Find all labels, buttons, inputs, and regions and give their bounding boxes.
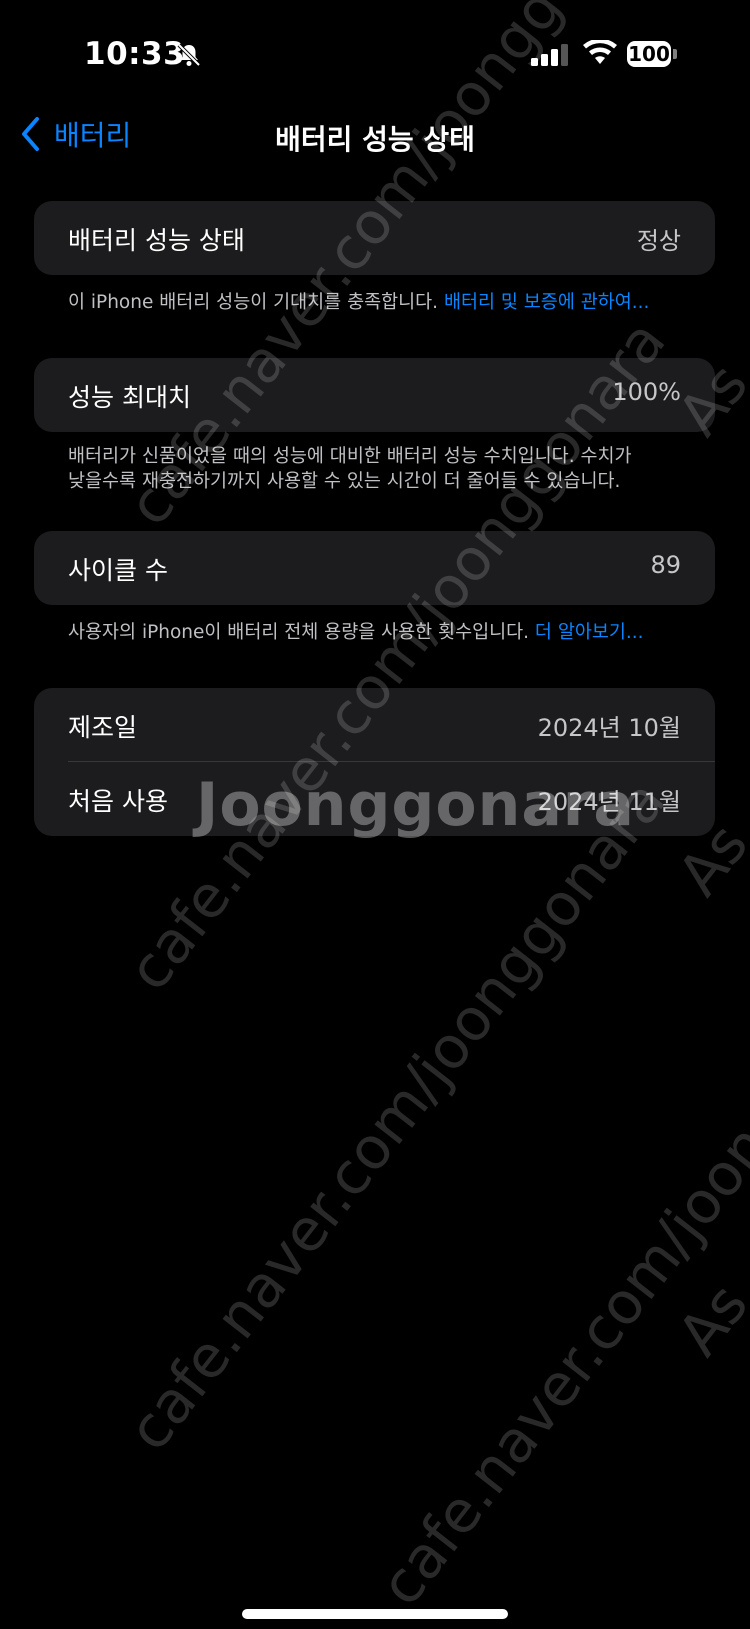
home-indicator[interactable]	[242, 1609, 508, 1619]
battery-level: 100	[627, 41, 671, 67]
first-use-label: 처음 사용	[68, 787, 168, 816]
battery-indicator: 100	[627, 41, 679, 69]
cycle-count-value: 89	[650, 551, 681, 579]
status-time: 10:33	[84, 36, 186, 72]
cycle-count-card: 사이클 수 89	[34, 531, 715, 605]
wifi-icon	[583, 40, 617, 64]
battery-health-note: 이 iPhone 배터리 성능이 기대치를 충족합니다. 배터리 및 보증에 관…	[68, 290, 688, 315]
status-bar: 10:33 100	[0, 0, 750, 110]
cycle-count-note-text: 사용자의 iPhone이 배터리 전체 용량을 사용한 횟수입니다.	[68, 622, 535, 643]
page-title: 배터리 성능 상태	[275, 123, 475, 156]
manufacture-date-value: 2024년 10월	[537, 714, 681, 742]
bell-slash-icon	[177, 43, 201, 67]
cycle-count-row: 사이클 수 89	[34, 531, 715, 605]
cycle-count-label: 사이클 수	[68, 556, 168, 585]
battery-health-value: 정상	[636, 227, 681, 255]
battery-nub	[673, 49, 677, 59]
navigation-bar: 배터리 배터리 성능 상태	[0, 108, 750, 160]
watermark-logo-text: Joonggonara	[196, 770, 635, 840]
manufacture-date-label: 제조일	[68, 713, 138, 742]
maximum-capacity-label: 성능 최대치	[68, 383, 191, 412]
battery-health-label: 배터리 성능 상태	[68, 226, 245, 255]
battery-health-note-text: 이 iPhone 배터리 성능이 기대치를 충족합니다.	[68, 292, 444, 313]
battery-warranty-link[interactable]: 배터리 및 보증에 관하여...	[444, 292, 650, 313]
learn-more-link[interactable]: 더 알아보기...	[535, 622, 644, 643]
